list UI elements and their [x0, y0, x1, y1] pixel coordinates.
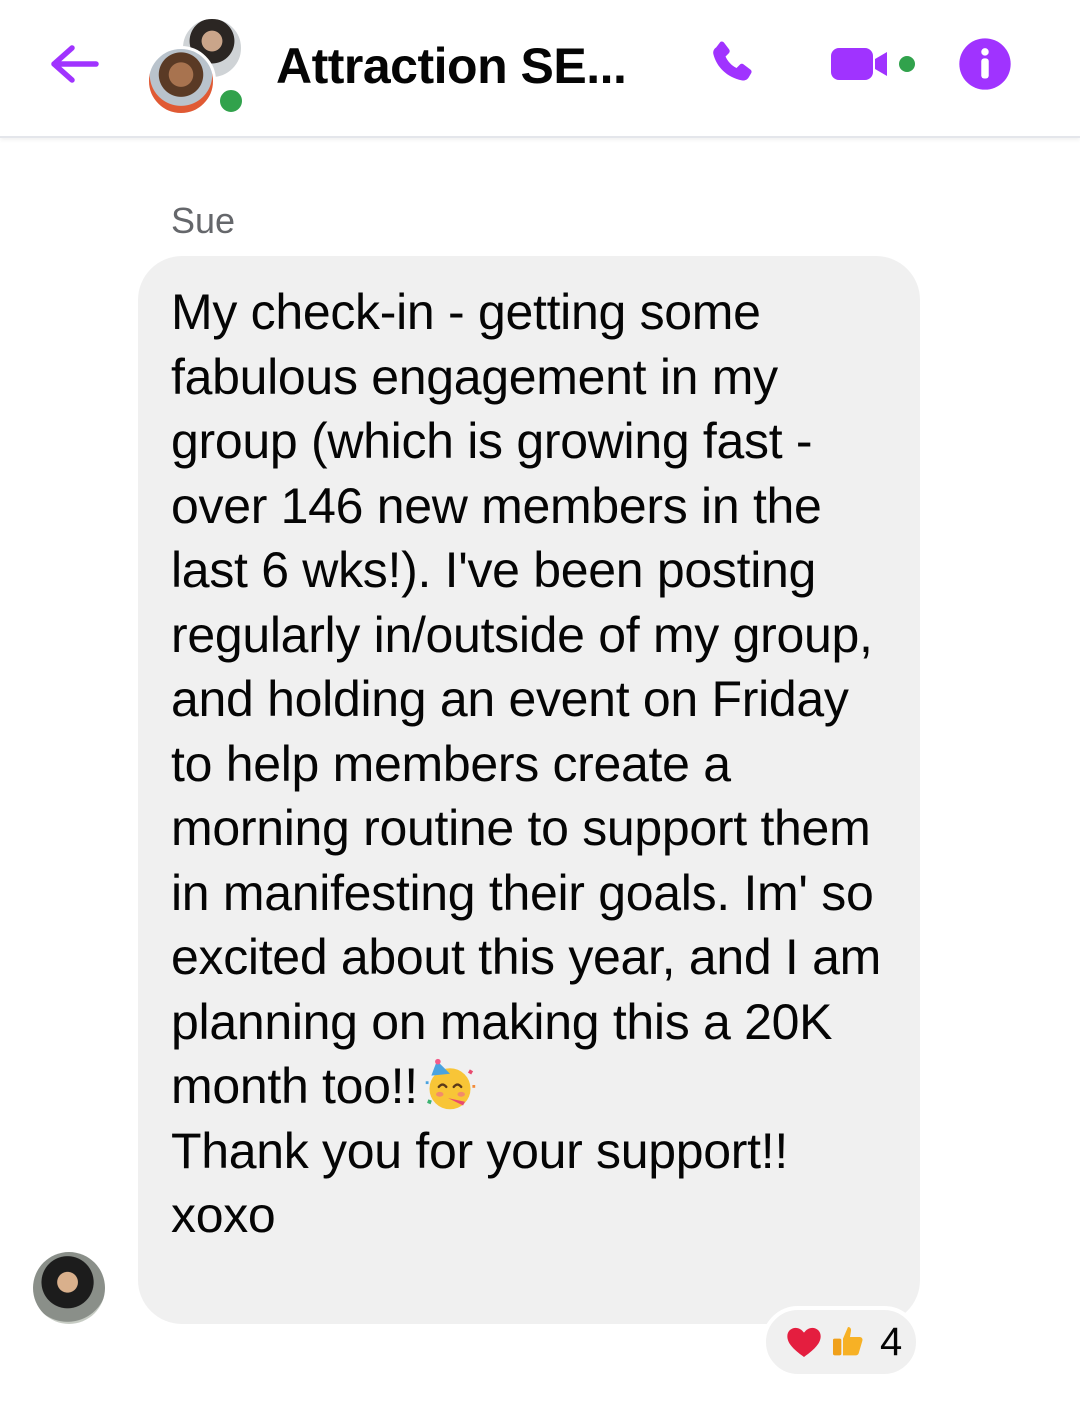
sender-name: Sue: [171, 200, 236, 241]
message-text: My check-in - getting some fabulous enga…: [171, 280, 890, 1248]
back-button[interactable]: [44, 36, 104, 92]
audio-call-button[interactable]: [700, 34, 766, 94]
reactions-pill[interactable]: 4: [762, 1306, 920, 1378]
reaction-count: 4: [880, 1320, 903, 1364]
message-bubble[interactable]: My check-in - getting some fabulous enga…: [138, 256, 920, 1324]
member-avatar-2: [146, 46, 216, 116]
active-status-dot: [216, 86, 246, 116]
info-icon: [959, 38, 1011, 90]
video-call-button[interactable]: [820, 34, 930, 94]
chat-header: Attraction SE...: [0, 0, 1080, 138]
message-closing: Thank you for your support!! xoxo: [171, 1122, 788, 1244]
phone-icon: [713, 41, 752, 81]
arrow-left-icon: [51, 45, 99, 83]
heart-reaction-icon: [787, 1327, 821, 1357]
video-camera-icon: [831, 48, 915, 80]
thumbs-up-reaction-icon: [833, 1327, 863, 1356]
message-body: My check-in - getting some fabulous enga…: [171, 284, 881, 1114]
messenger-screen: Attraction SE... TUE AT 10:00 PM Sue: [0, 0, 1080, 1421]
sender-avatar[interactable]: [33, 1252, 105, 1324]
partying-face-emoji: [425, 1058, 476, 1110]
group-avatar[interactable]: [146, 16, 250, 116]
chat-title[interactable]: Attraction SE...: [276, 36, 627, 96]
info-button[interactable]: [950, 34, 1020, 94]
